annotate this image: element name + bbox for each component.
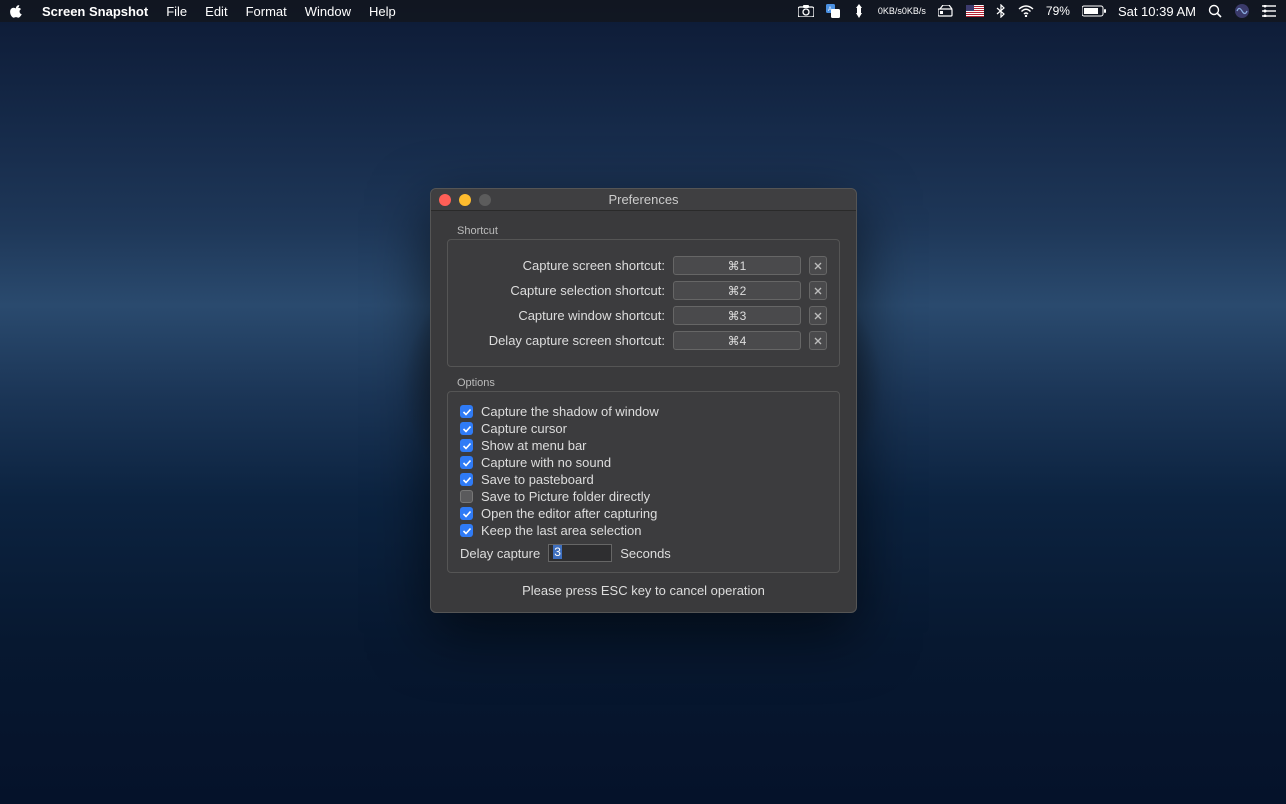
battery-percent[interactable]: 79% xyxy=(1046,4,1070,18)
menu-help[interactable]: Help xyxy=(369,4,396,19)
options-section-label: Options xyxy=(457,377,840,389)
window-title: Preferences xyxy=(608,192,678,207)
shortcut-row: Capture selection shortcut: ⌘2 xyxy=(460,281,827,300)
net-down: 0KB/s xyxy=(902,7,926,16)
option-row: Save to pasteboard xyxy=(460,472,827,487)
checkbox-checked-icon[interactable] xyxy=(460,422,473,435)
option-row: Capture with no sound xyxy=(460,455,827,470)
delay-capture-input[interactable]: 3 xyxy=(548,544,612,562)
option-label: Save to pasteboard xyxy=(481,472,594,487)
option-row: Save to Picture folder directly xyxy=(460,489,827,504)
option-row: Capture the shadow of window xyxy=(460,404,827,419)
vpn-icon[interactable] xyxy=(852,4,866,18)
shortcut-row: Capture window shortcut: ⌘3 xyxy=(460,306,827,325)
shortcut-section-label: Shortcut xyxy=(457,225,840,237)
window-minimize-button[interactable] xyxy=(459,194,471,206)
shortcut-field[interactable]: ⌘2 xyxy=(673,281,801,300)
bluetooth-icon[interactable] xyxy=(996,4,1006,18)
shortcut-field[interactable]: ⌘1 xyxy=(673,256,801,275)
clock[interactable]: Sat 10:39 AM xyxy=(1118,4,1196,19)
battery-icon[interactable] xyxy=(1082,5,1106,17)
shortcut-label: Capture selection shortcut: xyxy=(460,283,665,298)
menu-file[interactable]: File xyxy=(166,4,187,19)
footer-note: Please press ESC key to cancel operation xyxy=(447,583,840,598)
input-source-icon[interactable] xyxy=(966,5,984,17)
notification-center-icon[interactable] xyxy=(1262,5,1276,17)
app-menu[interactable]: Screen Snapshot xyxy=(42,4,148,19)
shortcut-clear-button[interactable] xyxy=(809,306,827,325)
shortcut-row: Delay capture screen shortcut: ⌘4 xyxy=(460,331,827,350)
option-row: Show at menu bar xyxy=(460,438,827,453)
siri-icon[interactable] xyxy=(1234,3,1250,19)
option-label: Keep the last area selection xyxy=(481,523,641,538)
menu-bar: Screen Snapshot File Edit Format Window … xyxy=(0,0,1286,22)
net-up: 0KB/s xyxy=(878,7,902,16)
window-close-button[interactable] xyxy=(439,194,451,206)
svg-text:A: A xyxy=(828,7,832,13)
option-label: Capture the shadow of window xyxy=(481,404,659,419)
disk-icon[interactable] xyxy=(938,5,954,17)
translate-icon[interactable]: A xyxy=(826,4,840,18)
menu-window[interactable]: Window xyxy=(305,4,351,19)
checkbox-checked-icon[interactable] xyxy=(460,405,473,418)
wifi-icon[interactable] xyxy=(1018,5,1034,17)
camera-icon[interactable] xyxy=(798,5,814,17)
shortcut-label: Delay capture screen shortcut: xyxy=(460,333,665,348)
shortcut-label: Capture window shortcut: xyxy=(460,308,665,323)
shortcut-field[interactable]: ⌘4 xyxy=(673,331,801,350)
option-label: Open the editor after capturing xyxy=(481,506,657,521)
shortcut-clear-button[interactable] xyxy=(809,281,827,300)
option-label: Capture with no sound xyxy=(481,455,611,470)
checkbox-checked-icon[interactable] xyxy=(460,456,473,469)
option-label: Save to Picture folder directly xyxy=(481,489,650,504)
shortcut-field[interactable]: ⌘3 xyxy=(673,306,801,325)
option-label: Capture cursor xyxy=(481,421,567,436)
titlebar[interactable]: Preferences xyxy=(431,189,856,211)
apple-menu-icon[interactable] xyxy=(10,4,24,18)
option-row: Keep the last area selection xyxy=(460,523,827,538)
option-label: Show at menu bar xyxy=(481,438,587,453)
option-row: Open the editor after capturing xyxy=(460,506,827,521)
shortcut-clear-button[interactable] xyxy=(809,256,827,275)
option-row: Capture cursor xyxy=(460,421,827,436)
checkbox-checked-icon[interactable] xyxy=(460,507,473,520)
menu-edit[interactable]: Edit xyxy=(205,4,227,19)
checkbox-checked-icon[interactable] xyxy=(460,524,473,537)
spotlight-icon[interactable] xyxy=(1208,4,1222,18)
shortcut-row: Capture screen shortcut: ⌘1 xyxy=(460,256,827,275)
network-speed[interactable]: 0KB/s 0KB/s xyxy=(878,7,926,16)
shortcut-clear-button[interactable] xyxy=(809,331,827,350)
checkbox-unchecked-icon[interactable] xyxy=(460,490,473,503)
checkbox-checked-icon[interactable] xyxy=(460,439,473,452)
window-zoom-button xyxy=(479,194,491,206)
delay-capture-label: Delay capture xyxy=(460,546,540,561)
preferences-window: Preferences Shortcut Capture screen shor… xyxy=(430,188,857,613)
shortcut-group: Capture screen shortcut: ⌘1 Capture select… xyxy=(447,239,840,367)
checkbox-checked-icon[interactable] xyxy=(460,473,473,486)
menu-format[interactable]: Format xyxy=(246,4,287,19)
shortcut-label: Capture screen shortcut: xyxy=(460,258,665,273)
delay-capture-unit: Seconds xyxy=(620,546,671,561)
options-group: Capture the shadow of window Capture curs… xyxy=(447,391,840,573)
